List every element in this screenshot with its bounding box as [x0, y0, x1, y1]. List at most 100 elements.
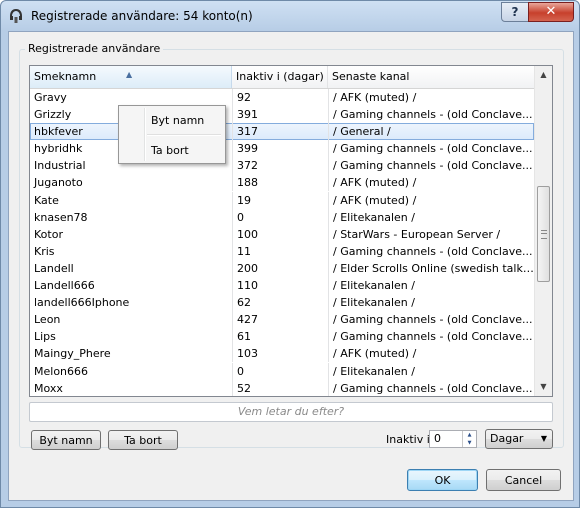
table-row[interactable]: Grizzly 391/ Gaming channels - (old Concl…: [30, 106, 534, 124]
table-row[interactable]: Juganoto 188/ AFK (muted) /: [30, 174, 534, 192]
scroll-up-arrow-icon[interactable]: ▲: [536, 67, 551, 83]
inactive-days-cell: 103: [232, 345, 328, 363]
inactive-days-cell: 19: [232, 191, 328, 209]
inactive-days-cell: 372: [232, 157, 328, 175]
inactive-days-stepper[interactable]: 0 ▲ ▼: [429, 430, 477, 448]
dialog-client: Registrerade användare Smeknamn ▲ Inakti…: [8, 31, 574, 501]
last-channel-cell: / Elder Scrolls Online (swedish talki...: [328, 259, 534, 277]
dialog-window: Registrerade användare: 54 konto(n) ? ✕ …: [0, 0, 580, 508]
table-row[interactable]: Moxx 52/ Gaming channels - (old Conclave.…: [30, 379, 534, 396]
groupbox-title: Registrerade användare: [25, 42, 164, 55]
context-menu: Byt namn Ta bort: [118, 105, 226, 164]
cancel-button[interactable]: Cancel: [486, 469, 561, 491]
last-channel-cell: / AFK (muted) /: [328, 89, 534, 106]
nickname-cell: landell666Iphone: [34, 296, 130, 310]
users-list[interactable]: Smeknamn ▲ Inaktiv i (dagar) Senaste kan…: [29, 65, 553, 397]
nickname-cell: Melon666: [34, 364, 89, 378]
table-row[interactable]: Landell666 110/ Elitekanalen /: [30, 277, 534, 295]
table-row[interactable]: Lips 61/ Gaming channels - (old Conclave.…: [30, 328, 534, 346]
menu-item-label: Byt namn: [151, 114, 205, 127]
table-row[interactable]: Industrial 372/ Gaming channels - (old Co…: [30, 157, 534, 175]
list-header: Smeknamn ▲ Inaktiv i (dagar) Senaste kan…: [30, 66, 534, 89]
inactive-days-cell: 391: [232, 106, 328, 124]
last-channel-cell: / Gaming channels - (old Conclave...: [328, 106, 534, 124]
inactive-days-cell: 0: [232, 362, 328, 380]
table-row[interactable]: Leon 427/ Gaming channels - (old Conclave…: [30, 311, 534, 329]
sort-ascending-icon: ▲: [126, 70, 133, 79]
stepper-up-icon[interactable]: ▲: [463, 431, 476, 439]
table-row[interactable]: Landell 200/ Elder Scrolls Online (swedis…: [30, 259, 534, 277]
nickname-cell: Moxx: [34, 381, 63, 395]
table-row[interactable]: knasen78 0/ Elitekanalen /: [30, 208, 534, 226]
delete-button[interactable]: Ta bort: [108, 430, 178, 450]
scroll-down-arrow-icon[interactable]: ▼: [536, 379, 551, 395]
title-bar[interactable]: Registrerade användare: 54 konto(n) ? ✕: [1, 1, 579, 31]
rename-button[interactable]: Byt namn: [31, 430, 101, 450]
last-channel-cell: / StarWars - European Server /: [328, 225, 534, 243]
last-channel-cell: / Gaming channels - (old Conclave...: [328, 140, 534, 158]
table-row[interactable]: Kate 19/ AFK (muted) /: [30, 191, 534, 209]
nickname-cell: Kate: [34, 193, 59, 207]
dropdown-arrow-icon: ▼: [540, 434, 547, 443]
inactive-days-cell: 100: [232, 225, 328, 243]
table-row[interactable]: Kris 11/ Gaming channels - (old Conclave.…: [30, 242, 534, 260]
last-channel-cell: / Elitekanalen /: [328, 277, 534, 295]
inactive-filter-label: Inaktiv i: [386, 433, 430, 446]
nickname-cell: Juganoto: [34, 176, 83, 190]
unit-select[interactable]: Dagar ▼: [485, 429, 553, 449]
close-button[interactable]: ✕: [528, 2, 574, 22]
last-channel-cell: / Gaming channels - (old Conclave...: [328, 311, 534, 329]
context-menu-item-delete[interactable]: Ta bort: [121, 140, 223, 162]
search-input[interactable]: Vem letar du efter?: [29, 402, 553, 422]
vertical-scrollbar[interactable]: ▲ ▼: [534, 66, 552, 396]
table-row[interactable]: Maingy_Phere 103/ AFK (muted) /: [30, 345, 534, 363]
inactive-days-cell: 110: [232, 277, 328, 295]
column-header-last-channel[interactable]: Senaste kanal: [328, 66, 534, 88]
window-title: Registrerade användare: 54 konto(n): [31, 9, 253, 23]
stepper-buttons: ▲ ▼: [462, 431, 476, 447]
menu-item-label: Ta bort: [151, 144, 189, 157]
table-row[interactable]: landell666Iphone 62/ Elitekanalen /: [30, 294, 534, 312]
last-channel-cell: / Elitekanalen /: [328, 208, 534, 226]
inactive-days-cell: 62: [232, 294, 328, 312]
table-row[interactable]: Melon666 0/ Elitekanalen /: [30, 362, 534, 380]
nickname-cell: Lips: [34, 330, 56, 344]
last-channel-cell: / Elitekanalen /: [328, 294, 534, 312]
grip-icon: [541, 230, 547, 239]
inactive-days-cell: 0: [232, 208, 328, 226]
nickname-cell: knasen78: [34, 210, 88, 224]
column-header-label: Smeknamn: [34, 70, 97, 83]
stepper-value: 0: [434, 432, 441, 445]
last-channel-cell: / General /: [328, 123, 534, 141]
help-button[interactable]: ?: [501, 2, 529, 22]
context-menu-separator: [147, 134, 221, 136]
last-channel-cell: / Gaming channels - (old Conclave...: [328, 328, 534, 346]
nickname-cell: Landell666: [34, 279, 95, 293]
table-row[interactable]: Gravy 92/ AFK (muted) /: [30, 89, 534, 106]
context-menu-item-rename[interactable]: Byt namn: [121, 110, 223, 132]
inactive-days-cell: 200: [232, 259, 328, 277]
last-channel-cell: / Gaming channels - (old Conclave...: [328, 379, 534, 396]
column-header-nickname[interactable]: Smeknamn ▲: [30, 66, 232, 88]
stepper-down-icon[interactable]: ▼: [463, 439, 476, 447]
inactive-days-cell: 52: [232, 379, 328, 396]
inactive-days-cell: 61: [232, 328, 328, 346]
nickname-cell: Gravy: [34, 91, 67, 104]
nickname-cell: Leon: [34, 313, 61, 327]
inactive-days-cell: 188: [232, 174, 328, 192]
ok-button[interactable]: OK: [407, 469, 478, 491]
app-icon: [10, 9, 22, 23]
list-rows: Gravy 92/ AFK (muted) / Grizzly 391/ Gaming…: [30, 89, 534, 396]
inactive-days-cell: 92: [232, 89, 328, 106]
column-header-inactive[interactable]: Inaktiv i (dagar): [232, 66, 328, 88]
scrollbar-thumb[interactable]: [537, 186, 550, 282]
last-channel-cell: / AFK (muted) /: [328, 174, 534, 192]
nickname-cell: Landell: [34, 261, 74, 275]
table-row[interactable]: Kotor 100/ StarWars - European Server /: [30, 225, 534, 243]
inactive-days-cell: 399: [232, 140, 328, 158]
table-row[interactable]: hybridhk 399/ Gaming channels - (old Conc…: [30, 140, 534, 158]
last-channel-cell: / AFK (muted) /: [328, 345, 534, 363]
last-channel-cell: / Elitekanalen /: [328, 362, 534, 380]
table-row[interactable]: hbkfever 317/ General /: [30, 123, 534, 141]
inactive-days-cell: 427: [232, 311, 328, 329]
